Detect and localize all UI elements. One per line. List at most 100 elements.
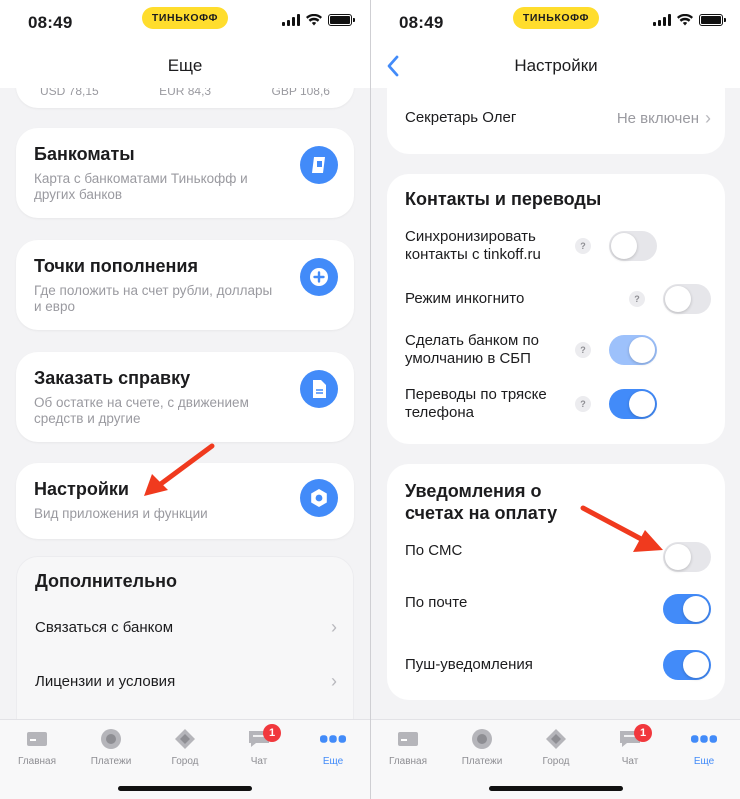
- tab-city-label: Город: [171, 756, 199, 767]
- home-indicator: [489, 786, 623, 791]
- tab-chat[interactable]: 1 Чат: [600, 724, 660, 767]
- push-row: Пуш-уведомления: [405, 650, 711, 680]
- atms-title: Банкоматы: [34, 144, 135, 164]
- city-diamond-icon: [543, 728, 569, 750]
- settings-subtitle: Вид приложения и функции: [34, 506, 208, 521]
- chevron-right-icon: ›: [331, 616, 337, 637]
- tab-payments-label: Платежи: [90, 756, 132, 767]
- help-icon[interactable]: ?: [575, 238, 591, 254]
- system-icons: [282, 14, 355, 26]
- settings-card[interactable]: Настройки Вид приложения и функции: [16, 463, 354, 539]
- secretary-value: Не включен: [616, 109, 699, 127]
- topup-subtitle: Где положить на счет рубли, доллары и ев…: [34, 283, 273, 314]
- more-content: USD 78,15 EUR 84,3 GBP 108,6 Банкоматы К…: [0, 88, 370, 719]
- home-card-icon: [395, 728, 421, 750]
- contact-bank-item[interactable]: Связаться с банком ›: [35, 615, 337, 639]
- payments-circle-icon: [98, 728, 124, 750]
- incognito-label: Режим инкогнито: [405, 290, 525, 307]
- more-dots-icon: [691, 728, 717, 750]
- topup-points-card[interactable]: Точки пополнения Где положить на счет ру…: [16, 240, 354, 330]
- redacted-text: [399, 560, 543, 578]
- push-toggle[interactable]: [663, 650, 711, 680]
- city-diamond-icon: [172, 728, 198, 750]
- additional-title: Дополнительно: [35, 571, 178, 591]
- atms-subtitle: Карта с банкоматами Тинькофф и других ба…: [34, 171, 248, 202]
- help-icon[interactable]: ?: [575, 342, 591, 358]
- chat-badge: 1: [263, 724, 281, 742]
- tab-bar: Главная Платежи Город 1 Чат Еще: [371, 719, 740, 799]
- notifications-title: Уведомления о счетах на оплату: [405, 481, 558, 523]
- secretary-label: Секретарь Олег: [405, 109, 517, 126]
- tab-more[interactable]: Еще: [674, 728, 734, 767]
- tab-payments[interactable]: Платежи: [81, 728, 141, 767]
- redacted-text: [397, 610, 589, 628]
- tab-payments-label: Платежи: [461, 756, 503, 767]
- secretary-row[interactable]: Секретарь Олег Не включен ›: [405, 108, 711, 128]
- rate-gbp: GBP 108,6: [271, 88, 330, 98]
- page-title: Настройки: [514, 56, 598, 75]
- sbp-default-row: Сделать банком по умолчанию в СБП ?: [405, 332, 711, 368]
- signal-icon: [282, 14, 300, 26]
- tab-chat-label: Чат: [250, 756, 268, 767]
- tab-chat-label: Чат: [621, 756, 639, 767]
- nav-bar: Настройки: [371, 44, 740, 88]
- page-title: Еще: [167, 56, 203, 75]
- sms-toggle[interactable]: [663, 542, 711, 572]
- currency-rates-card[interactable]: USD 78,15 EUR 84,3 GBP 108,6: [16, 88, 354, 108]
- additional-section: Дополнительно Связаться с банком › Лицен…: [16, 556, 354, 719]
- status-bar: 08:49 ТИНЬКОФФ: [0, 0, 370, 44]
- invoice-notifications-card: Уведомления о счетах на оплату По СМС По…: [387, 464, 725, 700]
- help-icon[interactable]: ?: [575, 396, 591, 412]
- push-label: Пуш-уведомления: [405, 656, 533, 673]
- topup-title: Точки пополнения: [34, 256, 198, 276]
- battery-icon: [328, 14, 355, 26]
- tab-payments[interactable]: Платежи: [452, 728, 512, 767]
- help-icon[interactable]: ?: [629, 291, 645, 307]
- contacts-title: Контакты и переводы: [405, 189, 602, 209]
- gear-icon: [300, 479, 338, 517]
- contacts-transfers-card: Контакты и переводы Синхронизировать кон…: [387, 174, 725, 444]
- back-button[interactable]: [379, 52, 407, 80]
- tab-city[interactable]: Город: [155, 728, 215, 767]
- sync-contacts-label: Синхронизировать контакты с tinkoff.ru: [405, 228, 541, 263]
- status-time: 08:49: [399, 13, 444, 32]
- email-toggle[interactable]: [663, 594, 711, 624]
- brand-pill: ТИНЬКОФФ: [142, 7, 228, 29]
- shake-transfer-label: Переводы по тряске телефона: [405, 386, 547, 421]
- atm-icon: [300, 146, 338, 184]
- contact-bank-label: Связаться с банком: [35, 618, 174, 636]
- chevron-left-icon: [387, 55, 399, 77]
- shake-transfer-row: Переводы по тряске телефона ?: [405, 386, 711, 422]
- tab-bar: Главная Платежи Город 1 Чат Еще: [0, 719, 370, 799]
- plus-icon: [300, 258, 338, 296]
- incognito-row: Режим инкогнито ?: [405, 284, 711, 314]
- chat-badge: 1: [634, 724, 652, 742]
- wifi-icon: [306, 14, 322, 26]
- licenses-item[interactable]: Лицензии и условия ›: [35, 669, 337, 693]
- tab-home[interactable]: Главная: [7, 728, 67, 767]
- sbp-default-toggle[interactable]: [609, 335, 657, 365]
- sync-contacts-toggle[interactable]: [609, 231, 657, 261]
- tab-city[interactable]: Город: [526, 728, 586, 767]
- shake-transfer-toggle[interactable]: [609, 389, 657, 419]
- tab-home[interactable]: Главная: [378, 728, 438, 767]
- tab-city-label: Город: [542, 756, 570, 767]
- settings-content: Секретарь Олег Не включен › Контакты и п…: [371, 88, 740, 719]
- sms-label: По СМС: [405, 542, 463, 559]
- signal-icon: [653, 14, 671, 26]
- tab-more-label: Еще: [693, 756, 715, 767]
- status-time: 08:49: [28, 13, 73, 32]
- incognito-toggle[interactable]: [663, 284, 711, 314]
- atms-card[interactable]: Банкоматы Карта с банкоматами Тинькофф и…: [16, 128, 354, 218]
- rate-usd: USD 78,15: [40, 88, 99, 98]
- tab-more[interactable]: Еще: [303, 728, 363, 767]
- battery-icon: [699, 14, 726, 26]
- home-card-icon: [24, 728, 50, 750]
- document-icon: [300, 370, 338, 408]
- home-indicator: [118, 786, 252, 791]
- nav-bar: Еще: [0, 44, 370, 88]
- payments-circle-icon: [469, 728, 495, 750]
- tab-chat[interactable]: 1 Чат: [229, 724, 289, 767]
- statement-title: Заказать справку: [34, 368, 191, 388]
- order-statement-card[interactable]: Заказать справку Об остатке на счете, с …: [16, 352, 354, 442]
